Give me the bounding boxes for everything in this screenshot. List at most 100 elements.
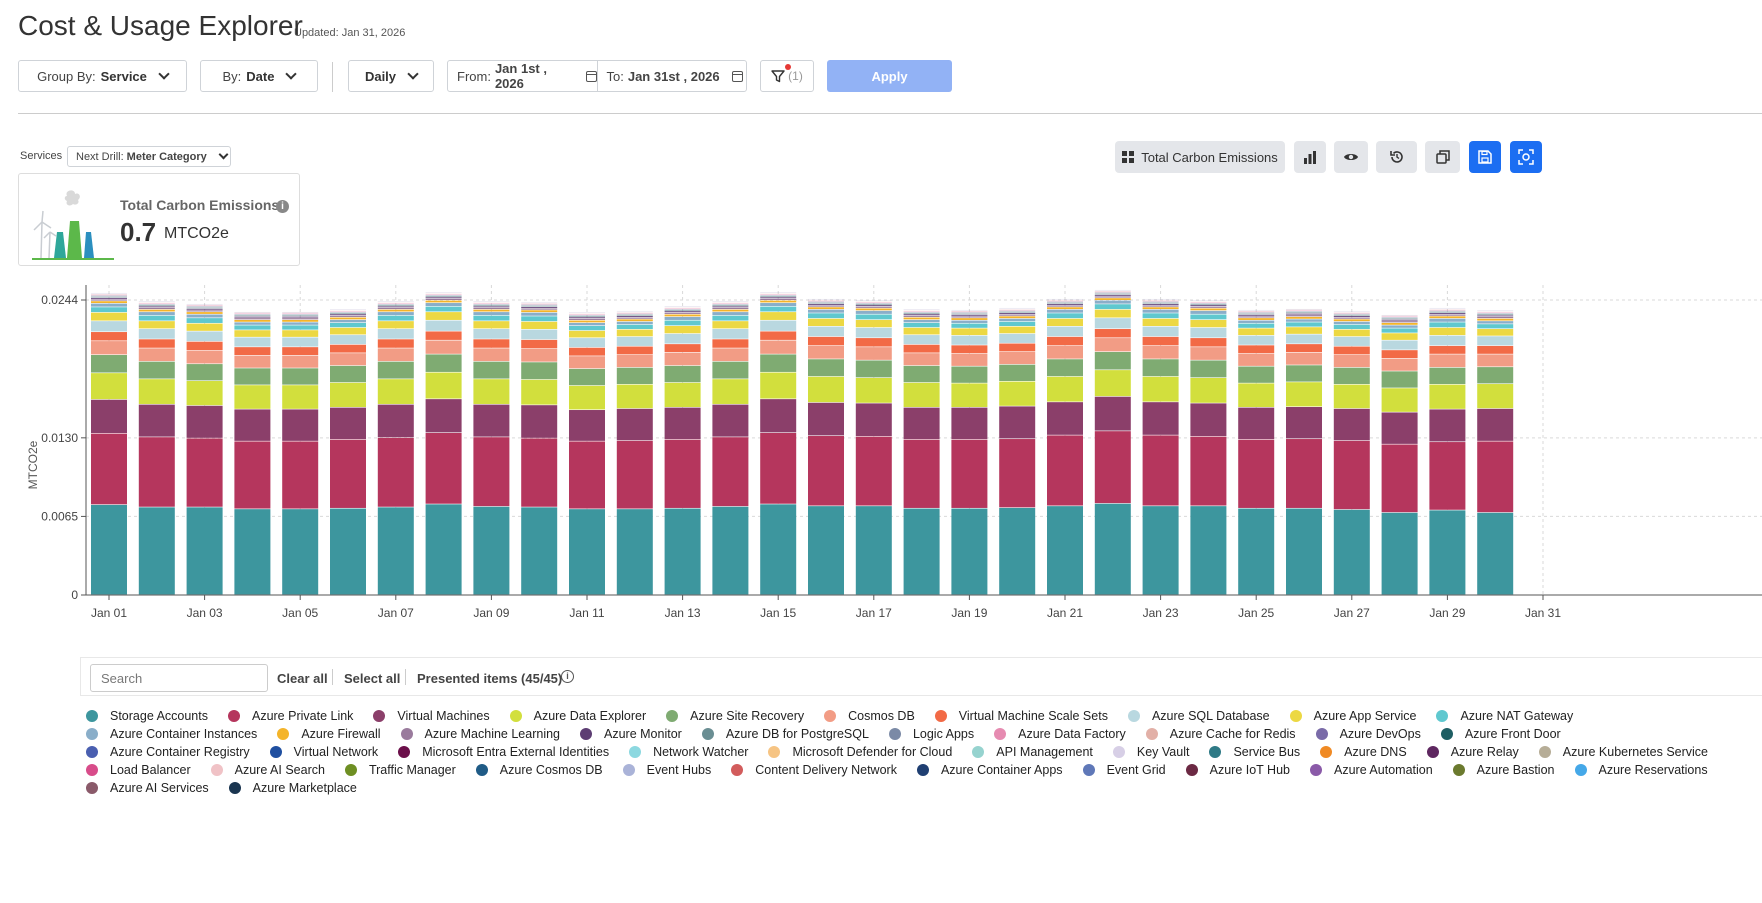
bar-segment [330, 317, 366, 320]
legend-item[interactable]: Azure Reservations [1574, 763, 1708, 777]
bar-segment [473, 307, 510, 310]
legend-item[interactable]: Azure Data Factory [994, 727, 1126, 741]
legend-item[interactable]: Load Balancer [86, 763, 191, 777]
legend-swatch [86, 709, 98, 722]
legend-item[interactable]: Microsoft Defender for Cloud [768, 745, 952, 759]
legend-search-input[interactable] [90, 664, 268, 692]
kpi-value: 0.7 [120, 217, 157, 247]
apply-button[interactable]: Apply [827, 60, 952, 92]
legend-swatch [916, 763, 929, 776]
legend-item[interactable]: Azure Front Door [1440, 727, 1561, 741]
legend-item[interactable]: Cosmos DB [824, 709, 915, 723]
legend-item[interactable]: Azure DevOps [1315, 727, 1421, 741]
legend-item[interactable]: Azure Container Apps [916, 763, 1063, 777]
group-by-dropdown[interactable]: Group By: Service [18, 60, 187, 92]
legend-item[interactable]: Azure Monitor [580, 727, 682, 741]
legend-item[interactable]: Virtual Machines [373, 709, 490, 723]
bar-segment [616, 314, 653, 316]
granularity-dropdown[interactable]: Daily [348, 60, 434, 92]
bar-segment [1190, 306, 1227, 308]
next-drill-prefix: Next Drill: [76, 150, 124, 163]
select-all-button[interactable]: Select all [344, 671, 400, 686]
duplicate-button[interactable] [1425, 141, 1460, 173]
legend-item[interactable]: Content Delivery Network [731, 763, 897, 777]
bar-segment [664, 314, 701, 317]
legend-item[interactable]: Azure Data Explorer [509, 709, 646, 723]
legend-item[interactable]: Azure Cache for Redis [1145, 727, 1296, 741]
legend-item[interactable]: Virtual Network [269, 745, 378, 759]
legend-item[interactable]: Traffic Manager [344, 763, 456, 777]
drill-breadcrumb[interactable]: Services [20, 150, 62, 162]
to-date-field[interactable]: To: Jan 31st , 2026 [596, 61, 747, 91]
legend-item[interactable]: Azure AI Search [210, 763, 325, 777]
info-icon[interactable]: i [561, 670, 574, 683]
info-icon[interactable]: i [276, 200, 289, 213]
legend-item[interactable]: Azure DNS [1320, 745, 1407, 759]
legend-item[interactable]: Azure Automation [1310, 763, 1433, 777]
legend-item[interactable]: Service Bus [1209, 745, 1300, 759]
legend-item[interactable]: Storage Accounts [86, 709, 208, 723]
screenshot-button[interactable] [1510, 141, 1542, 173]
legend-item[interactable]: Network Watcher [629, 745, 748, 759]
legend-item[interactable]: Azure Container Instances [86, 727, 257, 741]
legend-swatch [1320, 745, 1333, 758]
bar-segment [1238, 328, 1275, 336]
bar-segment [712, 315, 749, 321]
bar-segment [1142, 303, 1179, 305]
bar-segment [1238, 353, 1275, 366]
legend-swatch [580, 727, 592, 740]
legend-item[interactable]: Event Grid [1082, 763, 1166, 777]
legend-item[interactable]: Azure Site Recovery [666, 709, 804, 723]
bar-segment [1142, 402, 1179, 435]
legend-item[interactable]: Azure SQL Database [1127, 709, 1270, 723]
y-tick-label: 0.0244 [41, 293, 78, 307]
reset-button[interactable] [1376, 141, 1417, 173]
legend-item[interactable]: Azure IoT Hub [1185, 763, 1290, 777]
next-drill-dropdown[interactable]: Next Drill: Meter Category [67, 146, 231, 167]
chart-type-button[interactable] [1294, 141, 1326, 173]
legend-swatch [1310, 763, 1322, 776]
bar-segment [712, 506, 749, 595]
granularity-value: Daily [364, 68, 397, 84]
bar-segment [999, 316, 1036, 319]
legend-item[interactable]: Azure DB for PostgreSQL [701, 727, 869, 741]
legend-item[interactable]: Key Vault [1112, 745, 1189, 759]
bar-segment [1477, 316, 1514, 319]
legend-item[interactable]: Event Hubs [622, 763, 711, 777]
bar-segment [951, 314, 988, 316]
bar-segment [616, 440, 653, 509]
metric-selector-button[interactable]: Total Carbon Emissions [1115, 141, 1285, 173]
legend-item[interactable]: Virtual Machine Scale Sets [934, 709, 1108, 723]
legend-item[interactable]: Azure Private Link [227, 709, 353, 723]
from-date-field[interactable]: From: Jan 1st , 2026 [448, 61, 597, 91]
by-date-dropdown[interactable]: By: Date [200, 60, 318, 92]
bar-segment [425, 372, 462, 399]
legend-swatch [509, 709, 522, 722]
legend-item[interactable]: Azure Marketplace [228, 781, 357, 795]
legend-item[interactable]: Azure App Service [1289, 709, 1416, 723]
legend-item[interactable]: Azure Machine Learning [400, 727, 560, 741]
bar-segment [425, 312, 462, 320]
legend-item[interactable]: Logic Apps [888, 727, 974, 741]
bar-segment [1142, 307, 1179, 310]
legend-item[interactable]: Azure Relay [1426, 745, 1519, 759]
legend-item[interactable]: API Management [972, 745, 1093, 759]
legend-item[interactable]: Microsoft Entra External Identities [398, 745, 609, 759]
visibility-button[interactable] [1334, 141, 1368, 173]
bar-segment [91, 312, 127, 321]
legend-item[interactable]: Azure Kubernetes Service [1538, 745, 1708, 759]
legend-item[interactable]: Azure NAT Gateway [1436, 709, 1573, 723]
legend-item[interactable]: Azure AI Services [86, 781, 209, 795]
legend-item[interactable]: Azure Container Registry [86, 745, 250, 759]
save-button[interactable] [1469, 141, 1501, 173]
legend-swatch [666, 709, 679, 722]
bar-segment [1286, 439, 1322, 508]
legend-item[interactable]: Azure Cosmos DB [475, 763, 603, 777]
bar-segment [1286, 313, 1322, 315]
legend-item[interactable]: Azure Bastion [1452, 763, 1555, 777]
bar-segment [808, 436, 844, 506]
legend-item[interactable]: Azure Firewall [277, 727, 381, 741]
bar-segment [186, 318, 223, 323]
clear-all-button[interactable]: Clear all [277, 671, 328, 686]
bar-segment [1238, 316, 1275, 318]
